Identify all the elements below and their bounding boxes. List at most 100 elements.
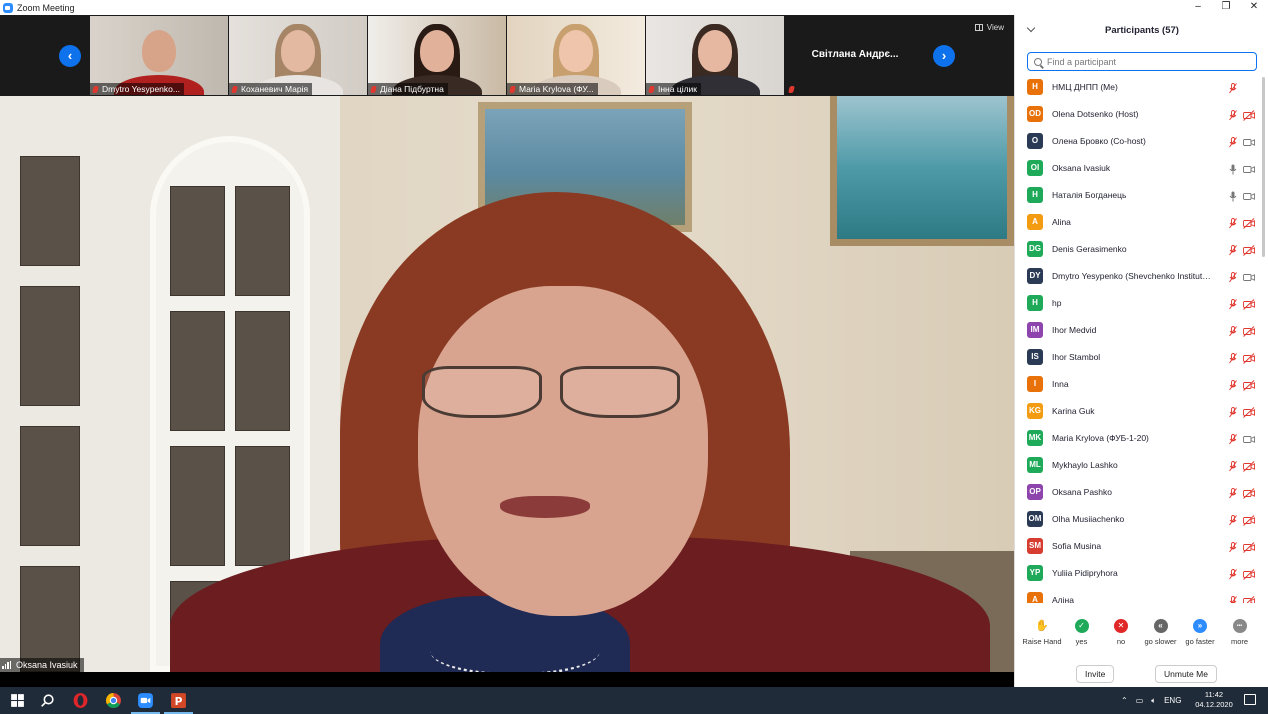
video-off-icon[interactable] [1243,243,1255,256]
video-off-icon[interactable] [1243,486,1255,499]
participant-row[interactable]: H НМЦ ДНПП (Me) [1015,73,1261,100]
muted-mic-icon[interactable] [1229,432,1237,445]
minimize-icon[interactable]: – [1184,0,1212,15]
video-thumbnail[interactable]: Dmytro Yesypenko... [90,16,228,95]
video-off-icon[interactable] [1243,594,1255,603]
input-language[interactable]: ENG [1164,696,1181,705]
more-button[interactable]: ••• more [1220,619,1260,646]
muted-mic-icon[interactable] [1229,513,1237,526]
muted-mic-icon[interactable] [1229,540,1237,553]
next-page-button[interactable]: › [933,45,955,67]
participant-row[interactable]: SM Sofia Musina [1015,532,1261,559]
muted-mic-icon[interactable] [1229,216,1237,229]
previous-page-button[interactable]: ‹ [59,45,81,67]
video-off-icon[interactable] [1243,405,1255,418]
participant-list-scrollbar[interactable] [1261,73,1266,603]
muted-mic-icon[interactable] [1229,459,1237,472]
video-thumbnail[interactable]: Інна цілик [646,16,784,95]
clock-date: 04.12.2020 [1195,700,1233,709]
muted-mic-icon[interactable] [1229,270,1237,283]
speaker-glasses [422,366,684,420]
unmute-me-button[interactable]: Unmute Me [1155,665,1217,683]
video-off-icon[interactable] [1243,351,1255,364]
video-thumbnail[interactable]: Maria Krylova (ФУ... [507,16,645,95]
video-off-icon[interactable] [1243,297,1255,310]
participant-row[interactable]: YP Yuliia Pidipryhora [1015,559,1261,586]
raise-hand-button[interactable]: ✋ Raise Hand [1022,619,1062,646]
go-faster-button[interactable]: » go faster [1180,619,1220,646]
search-icon[interactable] [39,692,56,709]
muted-mic-icon[interactable] [1229,486,1237,499]
participant-row[interactable]: DY Dmytro Yesypenko (Shevchenko Institute… [1015,262,1261,289]
close-icon[interactable]: ✕ [1240,0,1268,15]
participant-row[interactable]: KG Karina Guk [1015,397,1261,424]
participant-row[interactable]: OM Olha Musiiachenko [1015,505,1261,532]
video-camera-icon[interactable] [1243,432,1255,443]
volume-icon[interactable]: 🔈︎ [1151,696,1156,706]
video-off-icon[interactable] [1243,378,1255,391]
participant-row[interactable]: OI Oksana Ivasiuk [1015,154,1261,181]
participant-row[interactable]: DG Denis Gerasimenko [1015,235,1261,262]
chrome-icon[interactable] [105,692,122,709]
network-icon[interactable]: ▭ [1136,696,1144,705]
participant-search[interactable] [1027,52,1257,71]
microphone-icon[interactable] [1229,189,1237,202]
video-camera-icon[interactable] [1243,270,1255,281]
participant-row[interactable]: A Alina [1015,208,1261,235]
go-slower-button[interactable]: « go slower [1141,619,1181,646]
video-off-icon[interactable] [1243,567,1255,580]
participant-row[interactable]: A Аліна [1015,586,1261,603]
powerpoint-icon[interactable]: P [170,692,187,709]
participant-video [420,30,454,72]
participant-row[interactable]: IS Ihor Stambol [1015,343,1261,370]
microphone-icon[interactable] [1229,162,1237,175]
muted-mic-icon[interactable] [1229,108,1237,121]
windows-start-icon[interactable] [9,692,26,709]
video-camera-icon[interactable] [1243,162,1255,173]
video-off-icon[interactable] [1243,216,1255,229]
muted-mic-icon[interactable] [1229,351,1237,364]
yes-button[interactable]: ✓ yes [1062,619,1102,646]
muted-mic-icon[interactable] [1229,405,1237,418]
notifications-icon[interactable] [1244,694,1256,705]
video-thumbnail-no-video[interactable]: Світлана Андрє... [785,16,925,95]
show-hidden-icons-icon[interactable]: ⌃ [1121,696,1128,705]
participant-row[interactable]: I Inna [1015,370,1261,397]
muted-mic-icon[interactable] [1229,378,1237,391]
video-camera-icon[interactable] [1243,135,1255,146]
no-button[interactable]: ✕ no [1101,619,1141,646]
muted-mic-icon[interactable] [1229,135,1237,148]
taskbar-clock[interactable]: 11:42 04.12.2020 [1194,690,1234,710]
opera-icon[interactable] [72,692,89,709]
video-thumbnail[interactable]: Діана Підбуртна [368,16,506,95]
video-thumbnail[interactable]: Коханевич Марія [229,16,367,95]
view-button[interactable]: View [974,23,1004,32]
video-off-icon[interactable] [1243,108,1255,121]
muted-mic-icon[interactable] [1229,297,1237,310]
muted-mic-icon[interactable] [1229,567,1237,580]
muted-mic-icon[interactable] [1229,243,1237,256]
muted-mic-icon[interactable] [1229,81,1237,94]
active-speaker-video[interactable]: Oksana Ivasiuk [0,96,1014,672]
participant-row[interactable]: MK Maria Krylova (ФУБ-1-20) [1015,424,1261,451]
participant-row[interactable]: OP Oksana Pashko [1015,478,1261,505]
muted-mic-icon[interactable] [1229,324,1237,337]
search-input[interactable] [1047,56,1247,67]
participant-row[interactable]: OD Olena Dotsenko (Host) [1015,100,1261,127]
participant-row[interactable]: Hhp [1015,289,1261,316]
collapse-panel-icon[interactable] [1026,23,1036,33]
video-off-icon[interactable] [1243,540,1255,553]
maximize-icon[interactable]: ❐ [1212,0,1240,15]
participant-row[interactable]: IM Ihor Medvid [1015,316,1261,343]
participant-row[interactable]: O Олена Бровко (Co-host) [1015,127,1261,154]
zoom-icon[interactable] [137,692,154,709]
participant-row[interactable]: ML Mykhaylo Lashko [1015,451,1261,478]
muted-mic-icon [370,85,377,93]
video-off-icon[interactable] [1243,513,1255,526]
video-camera-icon[interactable] [1243,189,1255,200]
video-off-icon[interactable] [1243,324,1255,337]
video-off-icon[interactable] [1243,459,1255,472]
muted-mic-icon[interactable] [1229,594,1237,603]
invite-button[interactable]: Invite [1076,665,1115,683]
participant-row[interactable]: H Наталія Богданець [1015,181,1261,208]
